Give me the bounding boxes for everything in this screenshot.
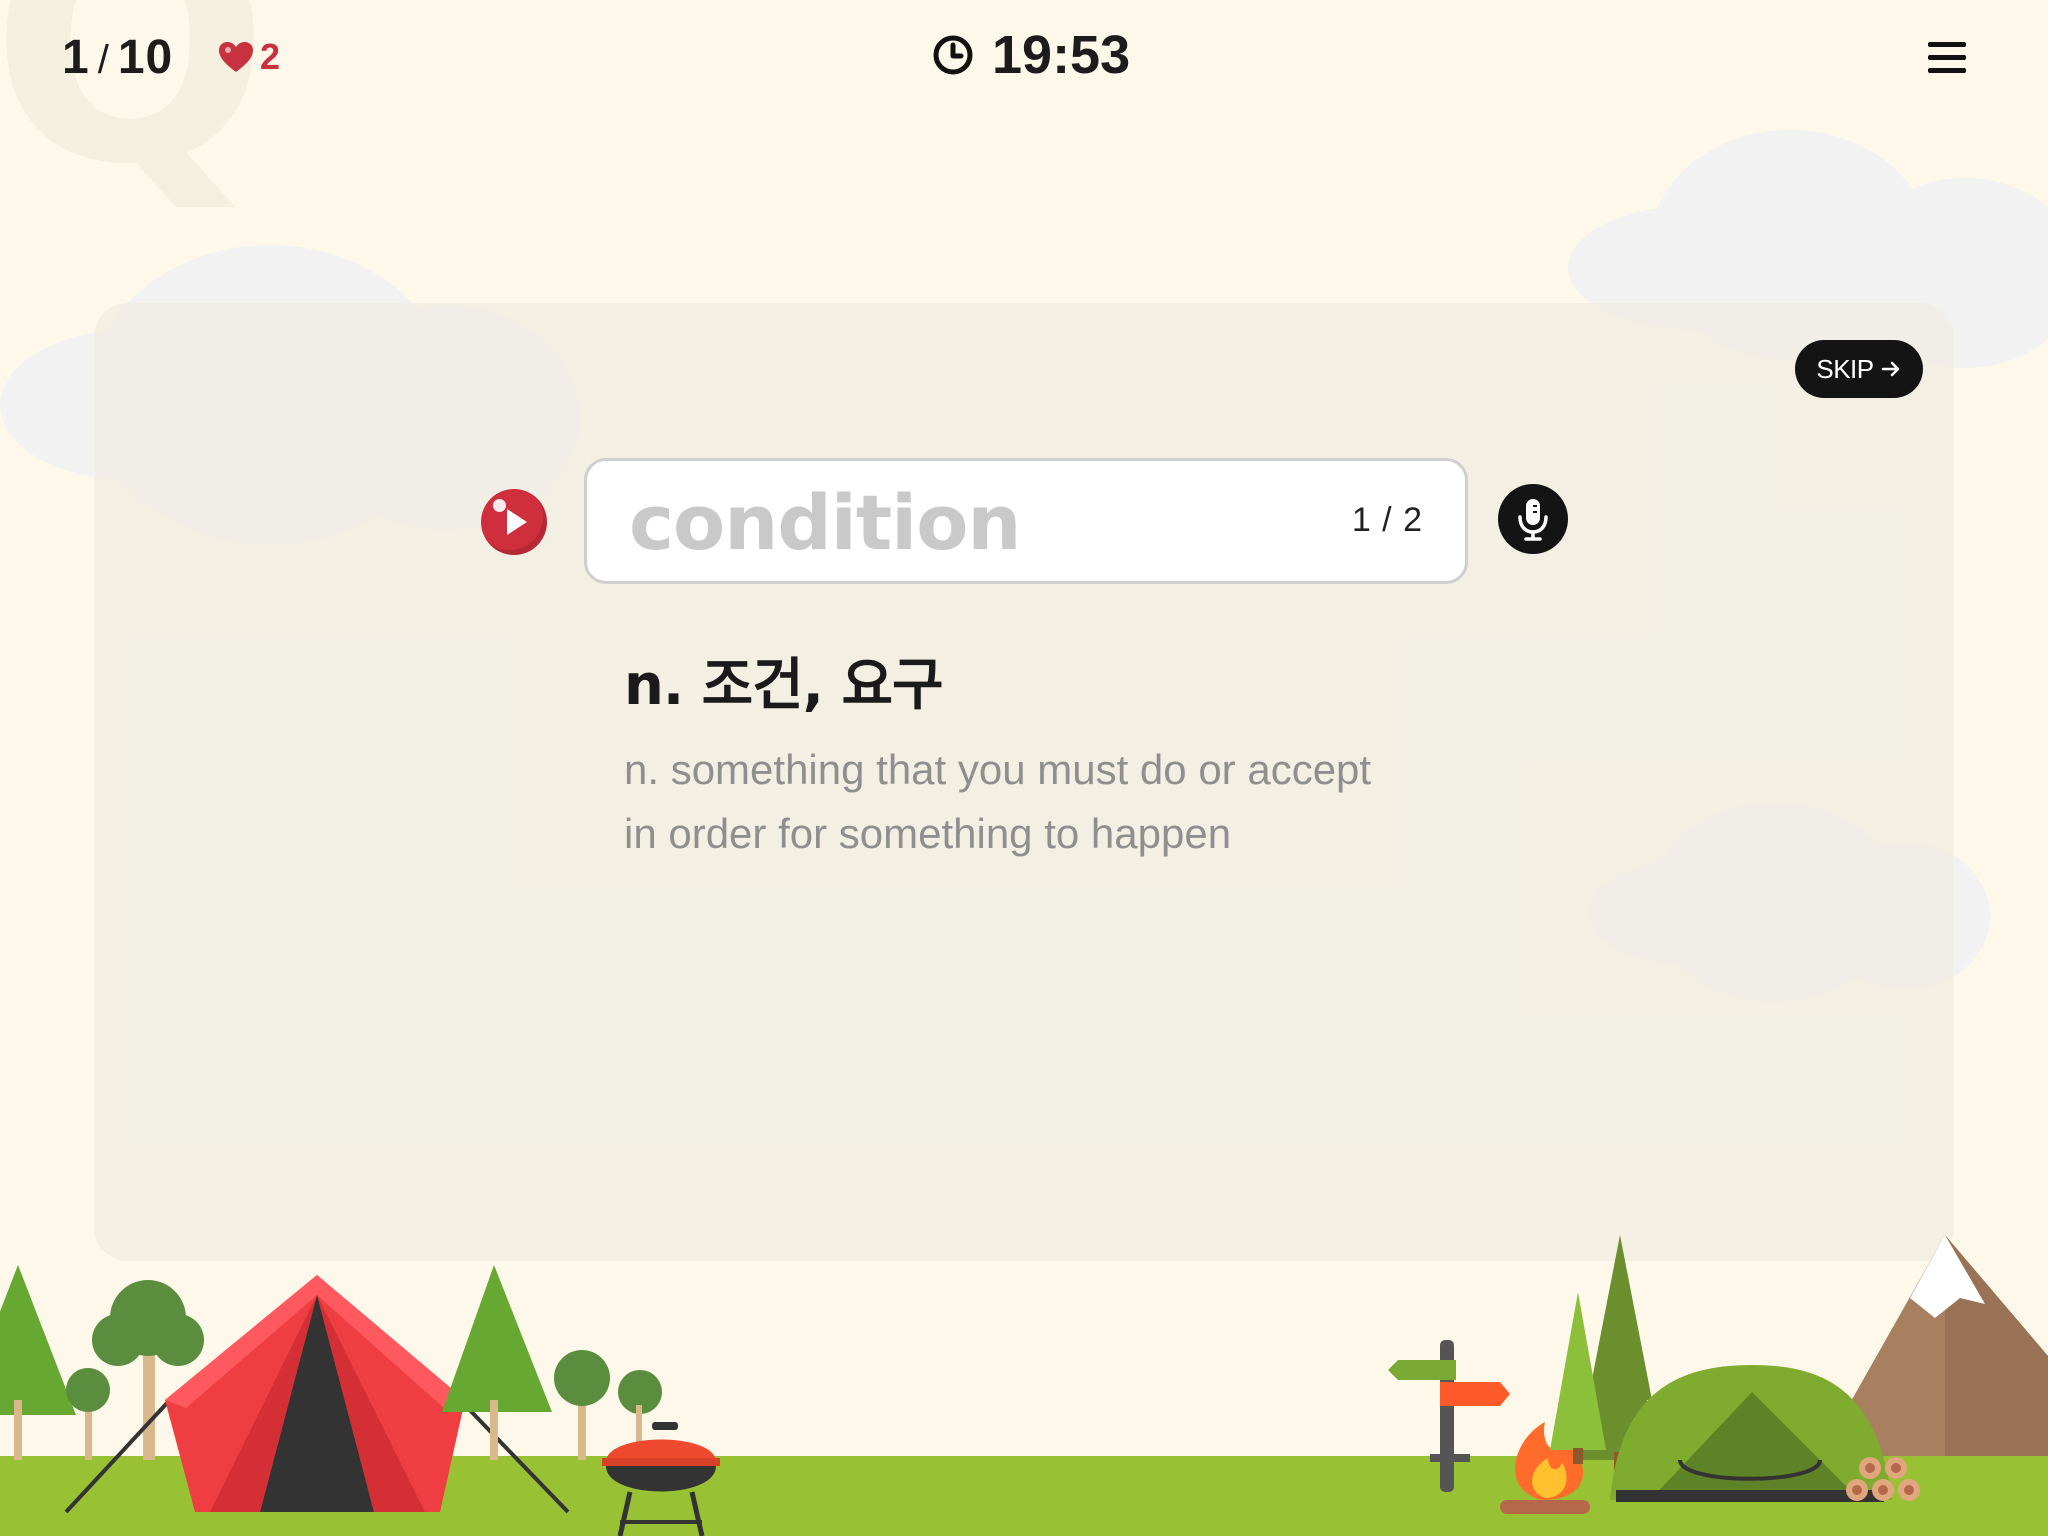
campsite-illustration [0, 1235, 2048, 1536]
green-tent [1610, 1365, 1892, 1502]
arrow-right-icon [1881, 361, 1899, 377]
answer-input[interactable] [627, 475, 1331, 569]
english-definition: n. something that you must do or accept … [624, 738, 1444, 866]
lives-indicator: 2 [218, 36, 280, 78]
progress-current: 1 [62, 31, 90, 84]
skip-button[interactable]: SKIP [1795, 340, 1923, 398]
answer-field[interactable]: 1 / 2 [584, 458, 1468, 584]
pine-tree-left [0, 1265, 76, 1460]
play-audio-button[interactable] [481, 489, 547, 555]
heart-icon [219, 42, 253, 72]
korean-meaning: n. 조건, 요구 [624, 653, 943, 718]
definition-line-2: in order for something to happen [624, 810, 1232, 857]
microphone-button[interactable] [1498, 484, 1568, 554]
attempt-counter: 1 / 2 [1351, 501, 1423, 539]
menu-icon [1928, 42, 1966, 73]
bbq-grill [602, 1422, 720, 1536]
timer-value: 19:53 [992, 25, 1131, 85]
skip-label: SKIP [1816, 353, 1874, 384]
definition-line-1: n. something that you must do or accept [624, 746, 1372, 793]
microphone-icon [1518, 499, 1548, 541]
play-icon [507, 509, 527, 535]
menu-button[interactable] [1928, 42, 1966, 76]
signpost [1388, 1340, 1510, 1492]
question-progress: 1/10 [62, 30, 173, 85]
progress-separator: / [97, 38, 110, 82]
pine-tree-middle [442, 1265, 552, 1460]
lives-count: 2 [260, 36, 281, 77]
progress-total: 10 [117, 31, 174, 84]
play-button-shine [493, 499, 506, 512]
timer: 19:53 [932, 24, 1130, 86]
clock-icon [933, 35, 973, 75]
